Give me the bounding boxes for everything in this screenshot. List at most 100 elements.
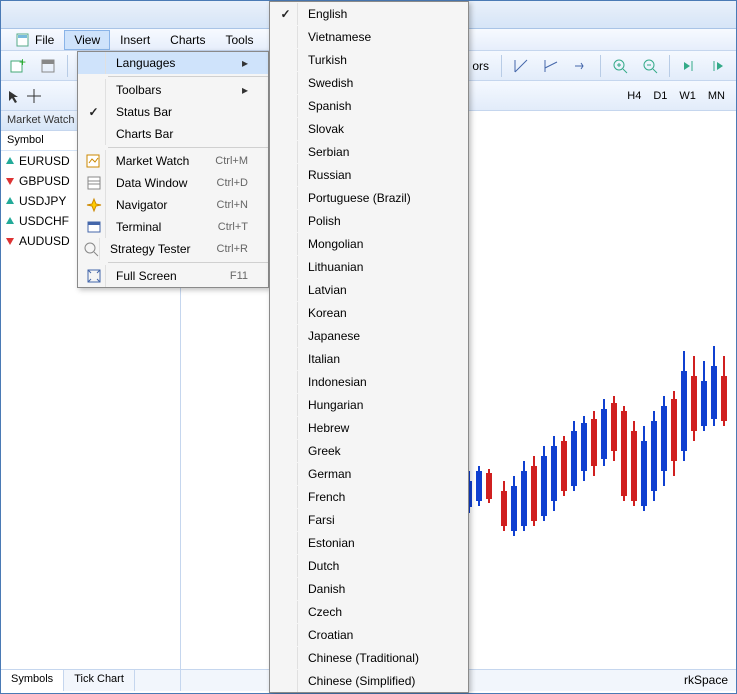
candle [501,481,507,531]
new-chart-button[interactable]: + [5,54,31,78]
blank-icon [274,302,298,324]
language-label: Vietnamese [308,30,448,44]
strategy-tester-icon [82,238,100,260]
language-label: Chinese (Traditional) [308,651,448,665]
scroll-end-button[interactable] [676,54,702,78]
menu-item-terminal[interactable]: Terminal Ctrl+T [78,216,268,238]
profiles-button[interactable] [35,54,61,78]
line-tool-2-button[interactable] [538,54,564,78]
menu-item-toolbars[interactable]: Toolbars ▸ [78,79,268,101]
language-option[interactable]: Hungarian [270,393,468,416]
zoom-in-button[interactable] [607,54,633,78]
shift-tool-button[interactable] [568,54,594,78]
menu-tools[interactable]: Tools [216,30,264,50]
shortcut-label: F11 [210,270,248,282]
language-option[interactable]: Polish [270,209,468,232]
menu-file-label: File [35,33,54,47]
blank-icon [274,72,298,94]
up-arrow-icon [5,156,15,166]
candle [581,416,587,481]
tab-tick-chart[interactable]: Tick Chart [64,670,135,691]
language-option[interactable]: Estonian [270,531,468,554]
language-option[interactable]: Greek [270,439,468,462]
menu-view[interactable]: View [64,30,110,50]
language-option[interactable]: Lithuanian [270,255,468,278]
shortcut-label: Ctrl+N [197,199,248,211]
language-option[interactable]: Mongolian [270,232,468,255]
candle [661,396,667,486]
language-option[interactable]: Portuguese (Brazil) [270,186,468,209]
timeframe-button[interactable]: W1 [674,87,701,105]
shortcut-label: Ctrl+T [198,221,248,233]
menu-item-label: Languages [116,56,221,70]
language-option[interactable]: Vietnamese [270,25,468,48]
menu-charts[interactable]: Charts [160,30,215,50]
menu-item-label: Toolbars [116,83,221,97]
language-option[interactable]: Croatian [270,623,468,646]
tab-symbols[interactable]: Symbols [1,670,64,691]
candle [651,411,657,501]
language-option[interactable]: Slovak [270,117,468,140]
language-option[interactable]: French [270,485,468,508]
language-label: Mongolian [308,237,448,251]
candle [551,436,557,511]
menu-file[interactable]: File [5,29,64,51]
menu-insert-label: Insert [120,33,150,47]
language-option[interactable]: Turkish [270,48,468,71]
language-option[interactable]: Korean [270,301,468,324]
shortcut-label: Ctrl+R [197,243,248,255]
up-arrow-icon [5,196,15,206]
language-option[interactable]: Indonesian [270,370,468,393]
menu-item-navigator[interactable]: Navigator Ctrl+N [78,194,268,216]
line-tool-button[interactable] [508,54,534,78]
language-option[interactable]: Chinese (Simplified) [270,669,468,692]
language-option[interactable]: Farsi [270,508,468,531]
language-label: Korean [308,306,448,320]
zoom-out-button[interactable] [637,54,663,78]
cursor-button[interactable] [7,89,21,103]
blank-icon [274,233,298,255]
language-option[interactable]: Swedish [270,71,468,94]
menu-item-marketwatch[interactable]: Market Watch Ctrl+M [78,150,268,172]
blank-icon [274,555,298,577]
chart-shift-button[interactable] [706,54,732,78]
language-option[interactable]: Dutch [270,554,468,577]
language-option[interactable]: Chinese (Traditional) [270,646,468,669]
menu-item-strategy[interactable]: Strategy Tester Ctrl+R [78,238,268,260]
candle [541,446,547,521]
language-option[interactable]: German [270,462,468,485]
blank-icon [274,325,298,347]
timeframe-button[interactable]: D1 [648,87,672,105]
language-option[interactable]: Russian [270,163,468,186]
language-option[interactable]: Japanese [270,324,468,347]
candle [721,356,727,426]
menu-view-label: View [74,33,100,47]
timeframe-button[interactable]: H4 [622,87,646,105]
language-option[interactable]: Italian [270,347,468,370]
menu-item-chartsbar[interactable]: Charts Bar [78,123,268,145]
timeframe-button[interactable]: MN [703,87,730,105]
language-option[interactable]: Latvian [270,278,468,301]
language-option[interactable]: Hebrew [270,416,468,439]
menu-item-statusbar[interactable]: ✓ Status Bar [78,101,268,123]
blank-icon [274,348,298,370]
candle [681,351,687,461]
language-label: Estonian [308,536,448,550]
language-label: German [308,467,448,481]
down-arrow-icon [5,176,15,186]
language-option[interactable]: Czech [270,600,468,623]
language-option[interactable]: ✓English [270,2,468,25]
languages-dropdown: ✓EnglishVietnameseTurkishSwedishSpanishS… [269,1,469,693]
crosshair-button[interactable] [27,89,41,103]
language-option[interactable]: Danish [270,577,468,600]
separator [600,55,601,77]
blank-icon [274,26,298,48]
menu-item-fullscreen[interactable]: Full Screen F11 [78,265,268,287]
menu-item-datawindow[interactable]: Data Window Ctrl+D [78,172,268,194]
blank-icon [274,210,298,232]
language-option[interactable]: Serbian [270,140,468,163]
language-option[interactable]: Spanish [270,94,468,117]
menu-item-languages[interactable]: Languages ▸ [78,52,268,74]
candle [631,421,637,506]
menu-insert[interactable]: Insert [110,30,160,50]
